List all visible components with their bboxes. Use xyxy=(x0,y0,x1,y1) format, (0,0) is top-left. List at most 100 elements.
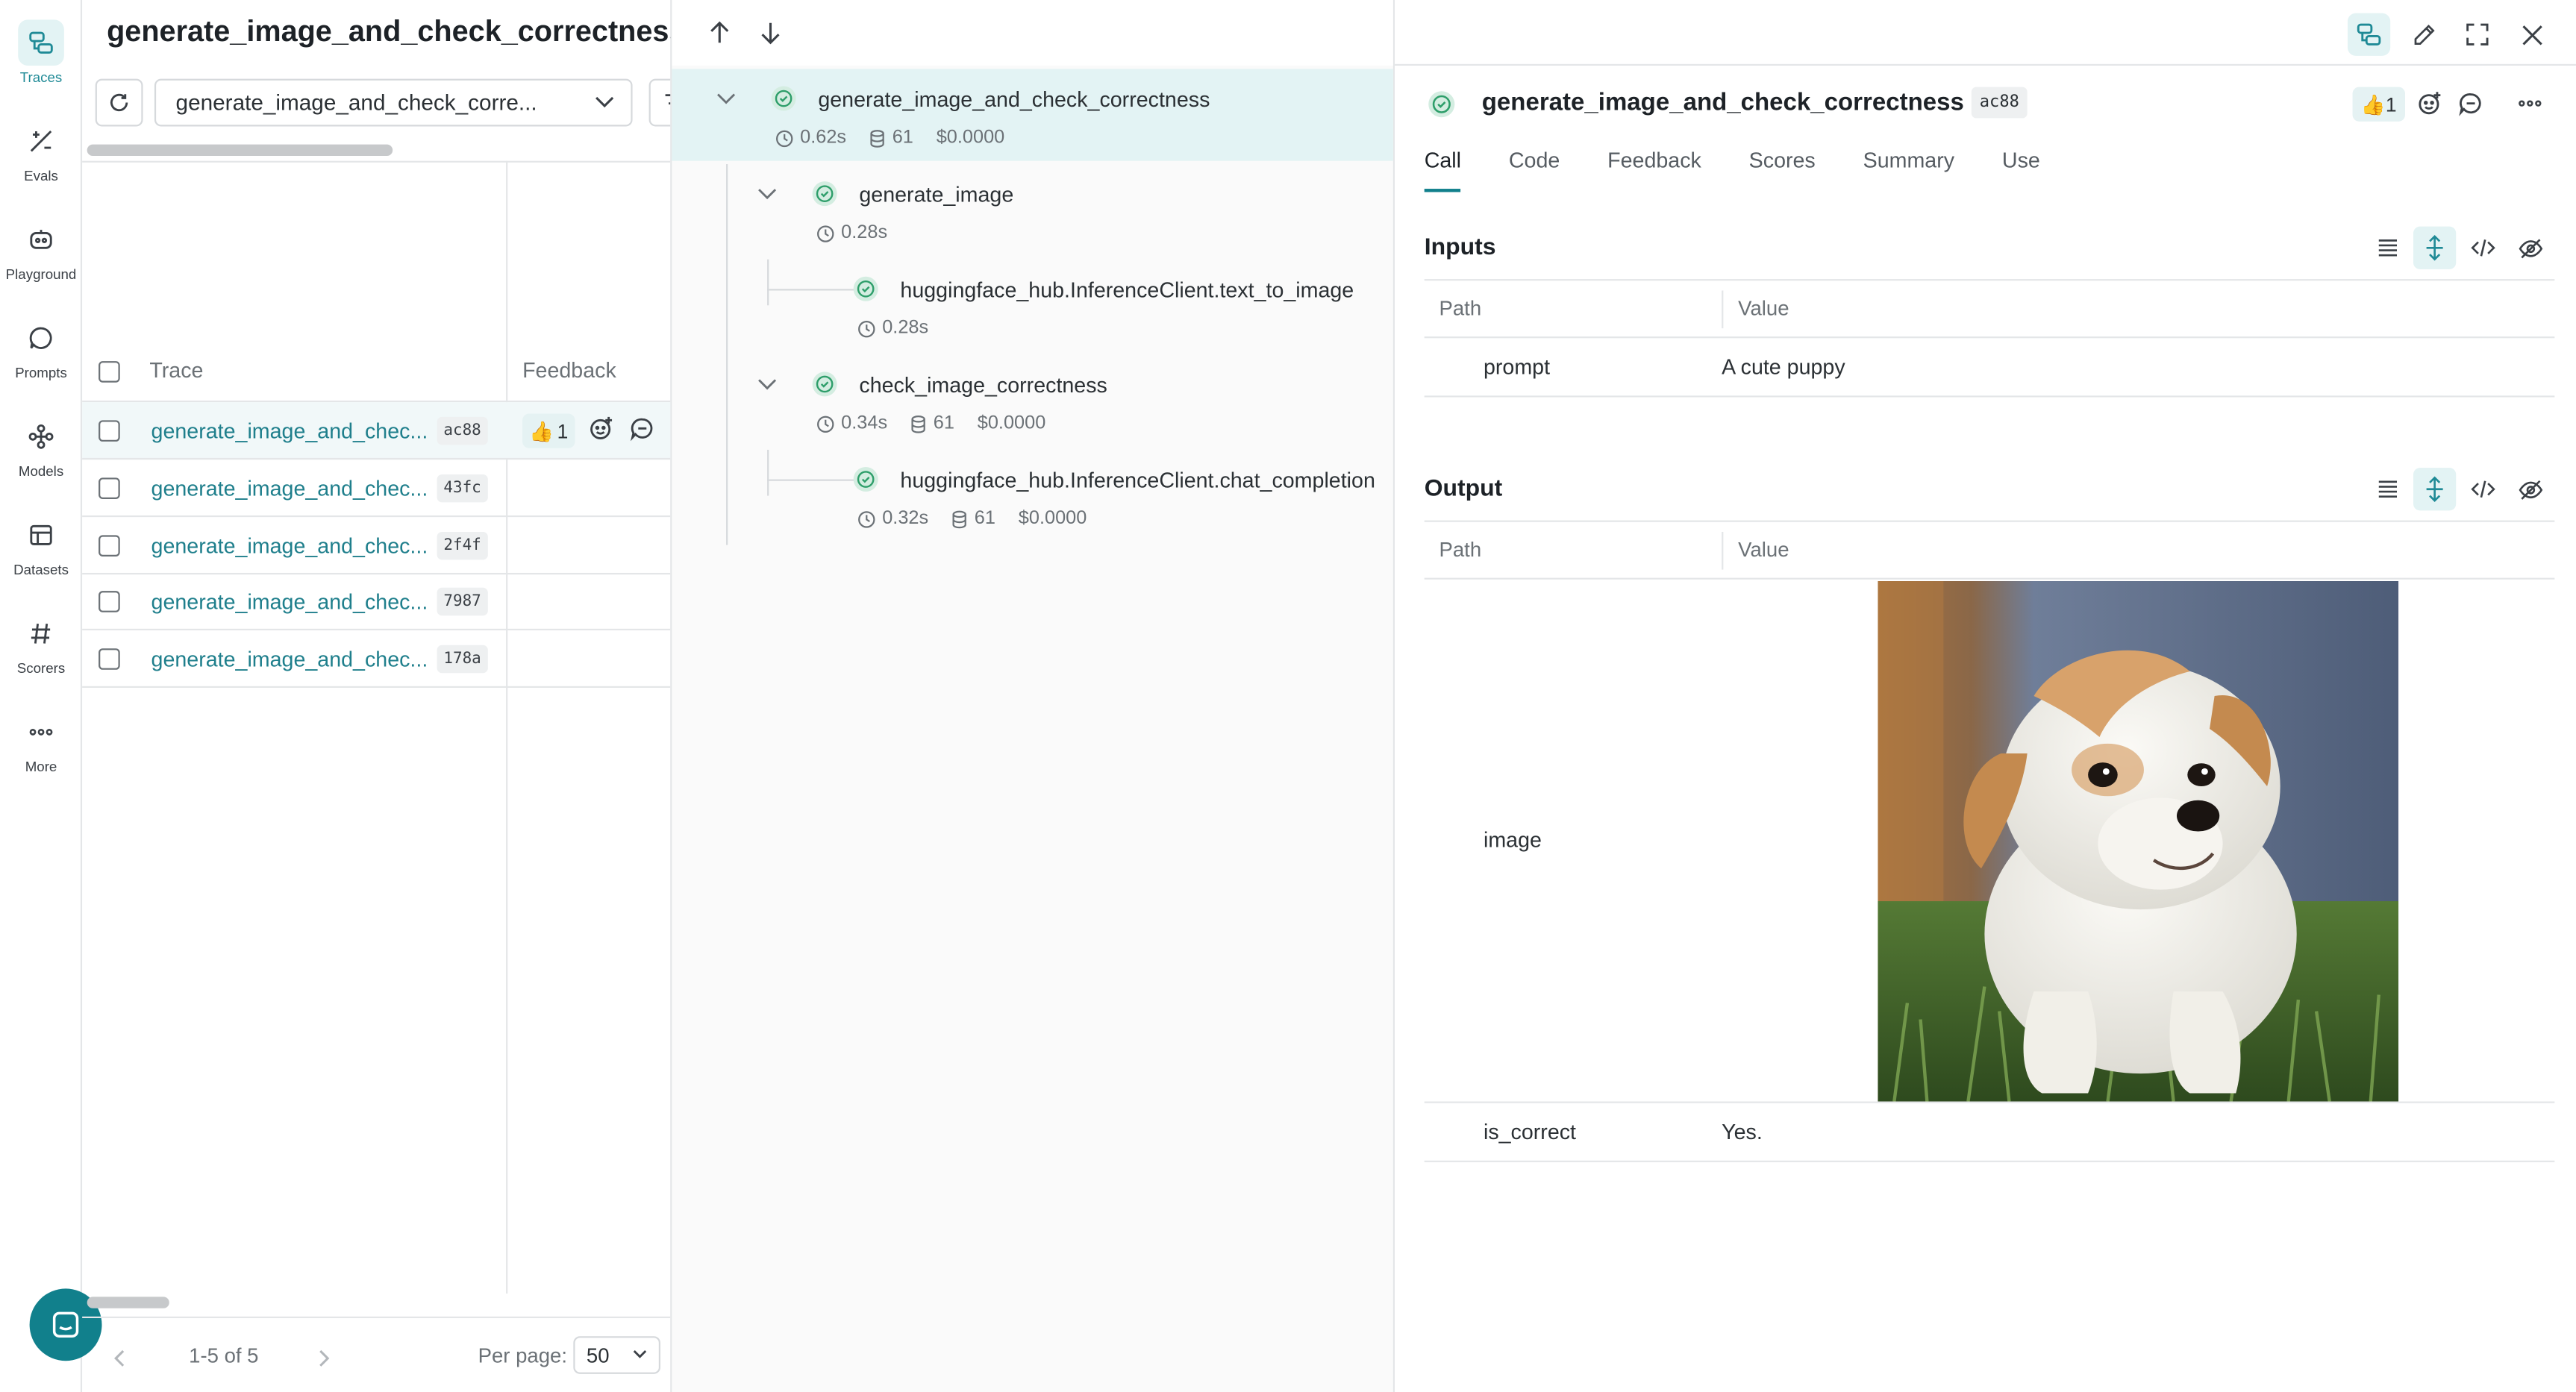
expand-vertical-icon xyxy=(2425,476,2444,502)
nav-label: Prompts xyxy=(0,365,82,383)
table-row[interactable]: generate_image_and_chec... 7987 xyxy=(82,573,672,630)
op-filter-select[interactable]: generate_image_and_check_corre... xyxy=(154,79,633,127)
nav-label: Traces xyxy=(0,69,82,87)
more-options-icon[interactable] xyxy=(2517,90,2543,116)
per-page-label: Per page: xyxy=(478,1344,567,1367)
reaction-chip[interactable]: 👍1 xyxy=(2353,87,2405,122)
grid-row: image xyxy=(1425,580,2555,1103)
chevron-right-icon[interactable] xyxy=(319,1349,330,1367)
left-nav: Traces Evals Playground Prompts Models D… xyxy=(0,0,82,1392)
code-icon xyxy=(2470,480,2495,499)
fullscreen-button[interactable] xyxy=(2456,13,2498,56)
tab-scores[interactable]: Scores xyxy=(1749,148,1816,190)
tree-node-generate-image[interactable]: generate_image 0.28s xyxy=(672,164,1395,256)
tree-node-chat-completion[interactable]: huggingface_hub.InferenceClient.chat_com… xyxy=(672,450,1395,542)
tab-use[interactable]: Use xyxy=(2002,148,2040,190)
trace-name-link[interactable]: generate_image_and_chec... xyxy=(151,418,428,443)
tab-feedback[interactable]: Feedback xyxy=(1607,148,1701,190)
tab-call[interactable]: Call xyxy=(1425,148,1461,190)
list-icon xyxy=(2376,480,2398,499)
horizontal-scrollbar[interactable] xyxy=(87,1297,169,1308)
horizontal-scrollbar[interactable] xyxy=(87,145,393,156)
table-row[interactable]: generate_image_and_chec... ac88 👍1 xyxy=(82,402,672,460)
node-name: huggingface_hub.InferenceClient.chat_com… xyxy=(900,468,1375,492)
inputs-heading: Inputs xyxy=(1425,235,1496,261)
edit-button[interactable] xyxy=(2402,13,2445,56)
hide-button[interactable] xyxy=(2509,227,2551,269)
output-image-puppy[interactable] xyxy=(1878,581,2398,1102)
column-header-value: Value xyxy=(1738,297,1789,320)
node-latency: 0.28s xyxy=(882,319,928,338)
add-emoji-icon[interactable] xyxy=(588,416,614,442)
list-view-button[interactable] xyxy=(2366,227,2408,269)
grid-row: is_correct Yes. xyxy=(1425,1103,2555,1162)
node-cost: $0.0000 xyxy=(1019,509,1087,528)
list-view-button[interactable] xyxy=(2366,468,2408,510)
clock-icon xyxy=(857,319,875,337)
add-note-icon[interactable] xyxy=(2457,90,2483,116)
refresh-icon xyxy=(108,92,130,113)
row-checkbox[interactable] xyxy=(99,591,120,612)
nav-more[interactable]: More xyxy=(0,709,82,777)
per-page-select[interactable]: 50 xyxy=(573,1336,660,1374)
code-view-button[interactable] xyxy=(2461,227,2504,269)
row-checkbox[interactable] xyxy=(99,420,120,442)
tab-code[interactable]: Code xyxy=(1509,148,1560,190)
expand-rows-button[interactable] xyxy=(2413,227,2456,269)
arrow-up-icon[interactable] xyxy=(708,19,731,46)
close-icon xyxy=(2521,24,2542,46)
per-page-value: 50 xyxy=(587,1344,610,1367)
chevron-left-icon[interactable] xyxy=(113,1349,125,1367)
expand-rows-button[interactable] xyxy=(2413,468,2456,510)
nav-scorers[interactable]: Scorers xyxy=(0,611,82,678)
reaction-count: 1 xyxy=(557,419,569,442)
page-title: generate_image_and_check_correctness Tra xyxy=(107,15,672,49)
node-tokens: 61 xyxy=(934,414,954,433)
trace-name-link[interactable]: generate_image_and_chec... xyxy=(151,476,428,501)
tree-node-text-to-image[interactable]: huggingface_hub.InferenceClient.text_to_… xyxy=(672,260,1395,351)
column-header-feedback[interactable]: Feedback xyxy=(522,358,616,383)
tree-node-root[interactable]: generate_image_and_check_correctness 0.6… xyxy=(672,69,1395,160)
row-checkbox[interactable] xyxy=(99,648,120,670)
nav-traces[interactable]: Traces xyxy=(0,19,82,87)
add-note-icon[interactable] xyxy=(629,416,655,442)
datasets-icon xyxy=(18,512,64,559)
table-row[interactable]: generate_image_and_chec... 178a xyxy=(82,630,672,688)
nav-datasets[interactable]: Datasets xyxy=(0,512,82,580)
add-emoji-icon[interactable] xyxy=(2416,90,2442,116)
thumbs-up-emoji: 👍 xyxy=(2361,93,2386,116)
chevron-down-icon[interactable] xyxy=(757,377,777,391)
arrow-down-icon[interactable] xyxy=(759,19,782,46)
row-checkbox[interactable] xyxy=(99,535,120,557)
chevron-down-icon[interactable] xyxy=(757,187,777,201)
code-view-button[interactable] xyxy=(2461,468,2504,510)
table-row[interactable]: generate_image_and_chec... 2f4f xyxy=(82,517,672,574)
trace-name-link[interactable]: generate_image_and_chec... xyxy=(151,589,428,614)
nav-evals[interactable]: Evals xyxy=(0,118,82,185)
chat-icon xyxy=(49,1308,82,1341)
tree-node-check-image[interactable]: check_image_correctness 0.34s 61 $0.0000 xyxy=(672,354,1395,446)
nav-label: Scorers xyxy=(0,660,82,678)
nav-prompts[interactable]: Prompts xyxy=(0,315,82,382)
column-header-trace[interactable]: Trace xyxy=(149,358,203,383)
table-row[interactable]: generate_image_and_chec... 43fc xyxy=(82,460,672,517)
refresh-button[interactable] xyxy=(96,79,143,127)
row-key: prompt xyxy=(1484,354,1550,379)
trace-view-button[interactable] xyxy=(2348,13,2390,56)
node-latency: 0.32s xyxy=(882,509,928,528)
hide-button[interactable] xyxy=(2509,468,2551,510)
nav-models[interactable]: Models xyxy=(0,414,82,481)
chevron-down-icon xyxy=(633,1349,648,1359)
success-check-icon xyxy=(812,371,838,397)
trace-name-link[interactable]: generate_image_and_chec... xyxy=(151,647,428,671)
row-checkbox[interactable] xyxy=(99,477,120,499)
chevron-down-icon[interactable] xyxy=(716,92,736,105)
tab-summary[interactable]: Summary xyxy=(1863,148,1954,190)
trace-name-link[interactable]: generate_image_and_chec... xyxy=(151,533,428,558)
select-all-checkbox[interactable] xyxy=(99,361,120,383)
column-divider[interactable] xyxy=(506,161,507,1294)
close-button[interactable] xyxy=(2510,13,2553,56)
nav-playground[interactable]: Playground xyxy=(0,216,82,283)
reaction-chip[interactable]: 👍1 xyxy=(522,414,575,448)
filter-button[interactable] xyxy=(649,79,672,127)
